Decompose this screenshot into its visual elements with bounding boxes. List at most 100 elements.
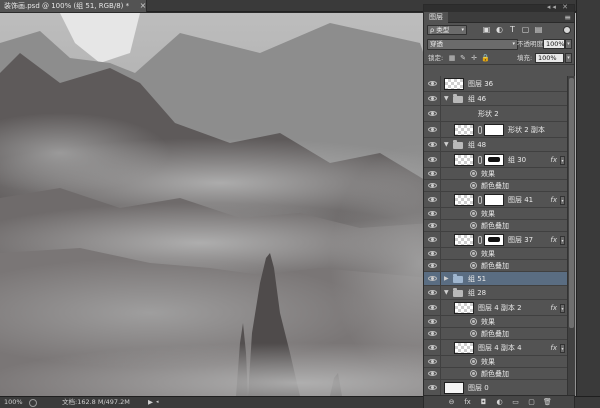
layer-name[interactable]: 效果 (481, 250, 495, 259)
status-scroll-arrow[interactable]: ◂ (156, 397, 159, 408)
effect-visibility-icon[interactable] (470, 262, 477, 269)
eye-icon[interactable] (428, 344, 437, 350)
link-icon[interactable] (478, 156, 482, 164)
effect-row[interactable]: 颜色叠加 (424, 180, 567, 192)
layer-thumbnail[interactable] (444, 78, 464, 90)
eye-icon[interactable] (428, 250, 437, 256)
layer-row[interactable]: 图层 4 副本 2 fx ▾ (424, 300, 567, 316)
chevron-down-icon[interactable]: ▼ (444, 289, 449, 296)
effect-row[interactable]: 效果 (424, 208, 567, 220)
layer-row[interactable]: 图层 0 (424, 380, 567, 395)
layer-mask-thumbnail[interactable] (484, 194, 504, 206)
filter-kind-select[interactable]: ρ 类型 ▾ (427, 25, 467, 35)
layer-mask-thumbnail[interactable] (484, 234, 504, 246)
lock-image-icon[interactable]: ✎ (459, 54, 467, 62)
visibility-toggle[interactable] (424, 300, 441, 315)
chevron-down-icon[interactable]: ▾ (560, 303, 565, 313)
visibility-toggle[interactable] (424, 260, 441, 271)
eye-icon[interactable] (428, 304, 437, 310)
visibility-toggle[interactable] (424, 286, 441, 299)
layer-name[interactable]: 图层 0 (468, 384, 489, 393)
layer-name[interactable]: 颜色叠加 (481, 182, 509, 191)
layer-row[interactable]: 组 30 fx ▾ (424, 152, 567, 168)
eye-icon[interactable] (428, 222, 437, 228)
panel-collapse-controls[interactable]: ◂◂ ✕ (547, 3, 570, 11)
effect-row[interactable]: 效果 (424, 356, 567, 368)
visibility-toggle[interactable] (424, 168, 441, 179)
adjustment-filter-icon[interactable]: ◐ (495, 25, 504, 34)
visibility-toggle[interactable] (424, 152, 441, 167)
layer-name[interactable]: 形状 2 (478, 110, 499, 119)
lock-transparent-icon[interactable]: ▦ (448, 54, 456, 62)
effect-visibility-icon[interactable] (470, 222, 477, 229)
lock-all-icon[interactable]: 🔒 (481, 54, 490, 62)
layer-row[interactable]: 形状 2 副本 (424, 122, 567, 138)
fill-field[interactable]: 100% (535, 53, 564, 63)
layer-list-scrollbar[interactable] (567, 76, 575, 395)
new-layer-icon[interactable]: ▢ (527, 398, 536, 407)
layer-name[interactable]: 组 51 (468, 275, 486, 284)
layer-mask-thumbnail[interactable] (484, 124, 504, 136)
status-menu-arrow[interactable]: ▶ (148, 397, 153, 408)
effect-row[interactable]: 颜色叠加 (424, 260, 567, 272)
layer-thumbnail[interactable] (454, 124, 474, 136)
layer-thumbnail[interactable] (454, 154, 474, 166)
eye-icon[interactable] (428, 330, 437, 336)
visibility-toggle[interactable] (424, 248, 441, 259)
layer-row[interactable]: 图层 4 副本 4 fx ▾ (424, 340, 567, 356)
visibility-toggle[interactable] (424, 138, 441, 151)
layer-name[interactable]: 颜色叠加 (481, 262, 509, 271)
opacity-slider-toggle[interactable]: ▾ (565, 39, 572, 49)
layer-name[interactable]: 图层 4 副本 2 (478, 304, 522, 313)
effect-row[interactable]: 颜色叠加 (424, 368, 567, 380)
fx-icon[interactable]: fx (550, 236, 557, 244)
visibility-toggle[interactable] (424, 232, 441, 247)
layer-name[interactable]: 颜色叠加 (481, 330, 509, 339)
visibility-toggle[interactable] (424, 316, 441, 327)
eye-icon[interactable] (428, 196, 437, 202)
layer-thumbnail[interactable] (444, 382, 464, 394)
fx-icon[interactable]: fx (550, 304, 557, 312)
close-icon[interactable]: × (139, 0, 147, 12)
layer-mask-thumbnail[interactable] (484, 154, 504, 166)
effect-row[interactable]: 效果 (424, 316, 567, 328)
type-filter-icon[interactable]: T (508, 25, 517, 34)
fx-icon[interactable]: fx (550, 156, 557, 164)
visibility-toggle[interactable] (424, 272, 441, 285)
layer-row[interactable]: 图层 36 (424, 76, 567, 92)
effect-visibility-icon[interactable] (470, 330, 477, 337)
fx-icon[interactable]: fx (463, 398, 472, 407)
layer-name[interactable]: 图层 41 (508, 196, 533, 205)
eye-icon[interactable] (428, 110, 437, 116)
chevron-down-icon[interactable]: ▾ (560, 343, 565, 353)
effect-visibility-icon[interactable] (470, 370, 477, 377)
pixel-filter-icon[interactable]: ▣ (482, 25, 491, 34)
effect-row[interactable]: 颜色叠加 (424, 328, 567, 340)
eye-icon[interactable] (428, 262, 437, 268)
link-icon[interactable] (478, 126, 482, 134)
visibility-toggle[interactable] (424, 106, 441, 121)
folder-icon[interactable]: ▭ (511, 398, 520, 407)
layer-thumbnail[interactable] (454, 194, 474, 206)
group-row[interactable]: ▶ 组 51 (424, 272, 567, 286)
visibility-toggle[interactable] (424, 356, 441, 367)
eye-icon[interactable] (428, 141, 437, 147)
trash-icon[interactable]: 🗑 (543, 398, 552, 407)
layer-name[interactable]: 图层 37 (508, 236, 533, 245)
eye-icon[interactable] (428, 95, 437, 101)
visibility-toggle[interactable] (424, 192, 441, 207)
group-row[interactable]: ▼ 组 28 (424, 286, 567, 300)
layer-name[interactable]: 组 28 (468, 289, 486, 298)
layer-name[interactable]: 组 46 (468, 95, 486, 104)
layer-thumbnail[interactable] (454, 342, 474, 354)
chevron-down-icon[interactable]: ▼ (444, 141, 449, 148)
scrollbar-thumb[interactable] (569, 78, 574, 328)
eye-icon[interactable] (428, 384, 437, 390)
eye-icon[interactable] (428, 210, 437, 216)
chevron-down-icon[interactable]: ▾ (560, 235, 565, 245)
visibility-toggle[interactable] (424, 220, 441, 231)
chevron-down-icon[interactable]: ▾ (560, 155, 565, 165)
layer-name[interactable]: 效果 (481, 170, 495, 179)
layer-name[interactable]: 形状 2 副本 (508, 126, 545, 135)
eye-icon[interactable] (428, 289, 437, 295)
